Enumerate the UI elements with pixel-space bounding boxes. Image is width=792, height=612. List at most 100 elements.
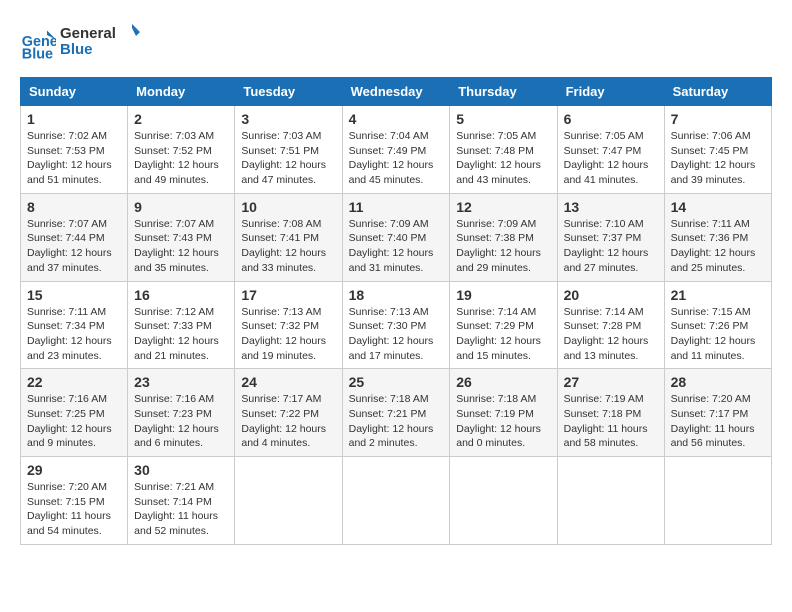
day-number: 20 [564,287,658,303]
day-number: 11 [349,199,444,215]
calendar-week-1: 1 Sunrise: 7:02 AMSunset: 7:53 PMDaylight… [21,106,772,194]
calendar-cell: 4 Sunrise: 7:04 AMSunset: 7:49 PMDaylight… [342,106,450,194]
calendar-cell: 1 Sunrise: 7:02 AMSunset: 7:53 PMDaylight… [21,106,128,194]
day-number: 5 [456,111,550,127]
day-info: Sunrise: 7:09 AMSunset: 7:38 PMDaylight:… [456,217,550,276]
day-info: Sunrise: 7:11 AMSunset: 7:36 PMDaylight:… [671,217,765,276]
day-number: 13 [564,199,658,215]
day-info: Sunrise: 7:13 AMSunset: 7:30 PMDaylight:… [349,305,444,364]
weekday-header-friday: Friday [557,78,664,106]
day-info: Sunrise: 7:15 AMSunset: 7:26 PMDaylight:… [671,305,765,364]
calendar-cell: 7Sunrise: 7:06 AMSunset: 7:45 PMDaylight… [664,106,771,194]
calendar-cell: 2Sunrise: 7:03 AMSunset: 7:52 PMDaylight… [128,106,235,194]
day-info: Sunrise: 7:11 AMSunset: 7:34 PMDaylight:… [27,305,121,364]
day-number: 14 [671,199,765,215]
calendar-cell: 10 Sunrise: 7:08 AMSunset: 7:41 PMDayligh… [235,193,342,281]
day-info: Sunrise: 7:14 AMSunset: 7:28 PMDaylight:… [564,305,658,364]
day-info: Sunrise: 7:03 AMSunset: 7:51 PMDaylight:… [241,129,335,188]
day-number: 27 [564,374,658,390]
weekday-header-row: SundayMondayTuesdayWednesdayThursdayFrid… [21,78,772,106]
day-number: 23 [134,374,228,390]
calendar-cell [664,457,771,545]
day-info: Sunrise: 7:21 AMSunset: 7:14 PMDaylight:… [134,480,228,539]
calendar-week-2: 8Sunrise: 7:07 AMSunset: 7:44 PMDaylight… [21,193,772,281]
day-number: 12 [456,199,550,215]
day-number: 15 [27,287,121,303]
weekday-header-tuesday: Tuesday [235,78,342,106]
calendar-cell: 9 Sunrise: 7:07 AMSunset: 7:43 PMDaylight… [128,193,235,281]
day-number: 9 [134,199,228,215]
calendar-cell: 22 Sunrise: 7:16 AMSunset: 7:25 PMDayligh… [21,369,128,457]
day-number: 24 [241,374,335,390]
day-number: 30 [134,462,228,478]
weekday-header-sunday: Sunday [21,78,128,106]
calendar-cell: 24 Sunrise: 7:17 AMSunset: 7:22 PMDayligh… [235,369,342,457]
day-number: 4 [349,111,444,127]
calendar-week-4: 22 Sunrise: 7:16 AMSunset: 7:25 PMDayligh… [21,369,772,457]
calendar-cell [342,457,450,545]
day-info: Sunrise: 7:20 AMSunset: 7:17 PMDaylight:… [671,392,765,451]
calendar-cell: 14 Sunrise: 7:11 AMSunset: 7:36 PMDayligh… [664,193,771,281]
day-number: 25 [349,374,444,390]
day-number: 17 [241,287,335,303]
day-number: 6 [564,111,658,127]
day-info: Sunrise: 7:14 AMSunset: 7:29 PMDaylight:… [456,305,550,364]
day-info: Sunrise: 7:08 AMSunset: 7:41 PMDaylight:… [241,217,335,276]
day-info: Sunrise: 7:10 AMSunset: 7:37 PMDaylight:… [564,217,658,276]
day-info: Sunrise: 7:07 AMSunset: 7:44 PMDaylight:… [27,217,121,276]
day-info: Sunrise: 7:05 AMSunset: 7:48 PMDaylight:… [456,129,550,188]
calendar-cell: 12 Sunrise: 7:09 AMSunset: 7:38 PMDayligh… [450,193,557,281]
calendar-cell: 16 Sunrise: 7:12 AMSunset: 7:33 PMDayligh… [128,281,235,369]
calendar-cell: 21 Sunrise: 7:15 AMSunset: 7:26 PMDayligh… [664,281,771,369]
svg-text:General: General [60,25,116,42]
calendar-cell: 28 Sunrise: 7:20 AMSunset: 7:17 PMDayligh… [664,369,771,457]
calendar-cell: 19Sunrise: 7:14 AMSunset: 7:29 PMDayligh… [450,281,557,369]
day-number: 10 [241,199,335,215]
calendar-cell: 18Sunrise: 7:13 AMSunset: 7:30 PMDayligh… [342,281,450,369]
day-info: Sunrise: 7:07 AMSunset: 7:43 PMDaylight:… [134,217,228,276]
day-number: 2 [134,111,228,127]
day-number: 1 [27,111,121,127]
calendar-cell: 3 Sunrise: 7:03 AMSunset: 7:51 PMDaylight… [235,106,342,194]
calendar-cell [450,457,557,545]
calendar-cell [235,457,342,545]
day-info: Sunrise: 7:16 AMSunset: 7:23 PMDaylight:… [134,392,228,451]
day-info: Sunrise: 7:05 AMSunset: 7:47 PMDaylight:… [564,129,658,188]
calendar-cell: 11Sunrise: 7:09 AMSunset: 7:40 PMDayligh… [342,193,450,281]
day-number: 26 [456,374,550,390]
calendar-cell: 5 Sunrise: 7:05 AMSunset: 7:48 PMDaylight… [450,106,557,194]
weekday-header-thursday: Thursday [450,78,557,106]
weekday-header-wednesday: Wednesday [342,78,450,106]
logo-icon: General Blue [20,26,56,62]
day-number: 3 [241,111,335,127]
calendar-cell: 13 Sunrise: 7:10 AMSunset: 7:37 PMDayligh… [557,193,664,281]
day-number: 28 [671,374,765,390]
day-info: Sunrise: 7:20 AMSunset: 7:15 PMDaylight:… [27,480,121,539]
svg-text:Blue: Blue [60,41,93,58]
day-number: 22 [27,374,121,390]
calendar-cell: 25 Sunrise: 7:18 AMSunset: 7:21 PMDayligh… [342,369,450,457]
day-info: Sunrise: 7:12 AMSunset: 7:33 PMDaylight:… [134,305,228,364]
weekday-header-monday: Monday [128,78,235,106]
day-info: Sunrise: 7:17 AMSunset: 7:22 PMDaylight:… [241,392,335,451]
calendar-cell: 29Sunrise: 7:20 AMSunset: 7:15 PMDayligh… [21,457,128,545]
day-info: Sunrise: 7:02 AMSunset: 7:53 PMDaylight:… [27,129,121,188]
day-info: Sunrise: 7:18 AMSunset: 7:21 PMDaylight:… [349,392,444,451]
day-info: Sunrise: 7:16 AMSunset: 7:25 PMDaylight:… [27,392,121,451]
calendar-cell: 26 Sunrise: 7:18 AMSunset: 7:19 PMDayligh… [450,369,557,457]
day-info: Sunrise: 7:18 AMSunset: 7:19 PMDaylight:… [456,392,550,451]
day-number: 21 [671,287,765,303]
calendar-cell [557,457,664,545]
calendar-cell: 6 Sunrise: 7:05 AMSunset: 7:47 PMDaylight… [557,106,664,194]
logo: General Blue General Blue [20,20,140,67]
day-info: Sunrise: 7:04 AMSunset: 7:49 PMDaylight:… [349,129,444,188]
calendar-cell: 27Sunrise: 7:19 AMSunset: 7:18 PMDayligh… [557,369,664,457]
page-header: General Blue General Blue [20,20,772,67]
calendar-cell: 15 Sunrise: 7:11 AMSunset: 7:34 PMDayligh… [21,281,128,369]
calendar-cell: 30 Sunrise: 7:21 AMSunset: 7:14 PMDayligh… [128,457,235,545]
calendar-cell: 23 Sunrise: 7:16 AMSunset: 7:23 PMDayligh… [128,369,235,457]
day-info: Sunrise: 7:06 AMSunset: 7:45 PMDaylight:… [671,129,765,188]
day-number: 16 [134,287,228,303]
calendar-week-3: 15 Sunrise: 7:11 AMSunset: 7:34 PMDayligh… [21,281,772,369]
calendar-table: SundayMondayTuesdayWednesdayThursdayFrid… [20,77,772,545]
